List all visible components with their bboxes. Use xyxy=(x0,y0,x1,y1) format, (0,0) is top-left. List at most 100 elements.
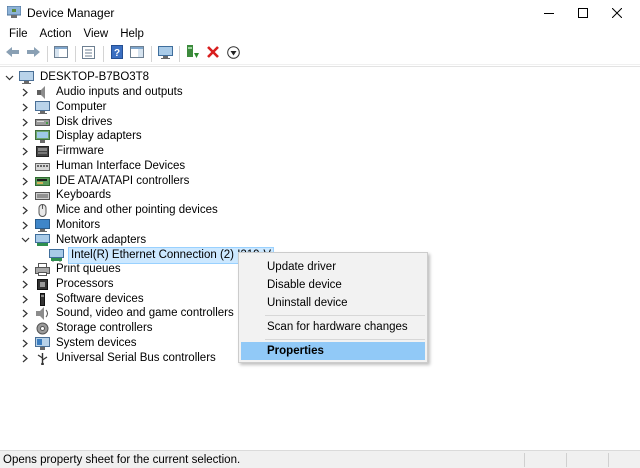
action-pane-button[interactable] xyxy=(128,45,146,63)
expand-chevron-icon[interactable] xyxy=(20,277,30,292)
menu-view[interactable]: View xyxy=(78,25,115,43)
tree-item-label: Display adapters xyxy=(56,130,142,143)
update-driver-icon xyxy=(186,45,200,62)
menu-bar: File Action View Help xyxy=(0,25,640,43)
tree-item-computer[interactable]: Computer xyxy=(20,100,109,115)
tree-item-processors[interactable]: Processors xyxy=(20,277,116,292)
tree-item-keyboards[interactable]: Keyboards xyxy=(20,188,113,203)
toolbar: ? xyxy=(0,43,640,65)
tree-item-audio-inputs-and-outputs[interactable]: Audio inputs and outputs xyxy=(20,85,185,100)
tree-item-label: Monitors xyxy=(56,218,101,231)
expand-chevron-icon[interactable] xyxy=(20,203,30,218)
status-divider xyxy=(608,453,609,467)
hid-icon xyxy=(35,160,50,173)
menu-action[interactable]: Action xyxy=(34,25,78,43)
expand-chevron-icon[interactable] xyxy=(20,336,30,351)
menu-item-properties[interactable]: Properties xyxy=(241,342,425,360)
usb-icon xyxy=(35,352,50,365)
computer-icon xyxy=(19,71,34,84)
tree-item-software-devices[interactable]: Software devices xyxy=(20,292,146,307)
tree-item-monitors[interactable]: Monitors xyxy=(20,218,102,233)
show-hide-tree-button[interactable] xyxy=(52,45,70,63)
close-button[interactable] xyxy=(594,0,640,25)
scan-hardware-button[interactable] xyxy=(156,45,174,63)
menu-item-disable-device[interactable]: Disable device xyxy=(241,276,425,294)
menu-separator xyxy=(265,315,425,316)
tree-item-system-devices[interactable]: System devices xyxy=(20,336,139,351)
tree-item-universal-serial-bus-controllers[interactable]: Universal Serial Bus controllers xyxy=(20,351,218,366)
mouse-icon xyxy=(35,204,50,217)
status-bar: Opens property sheet for the current sel… xyxy=(0,450,640,468)
keyboard-icon xyxy=(35,189,50,202)
expand-chevron-icon[interactable] xyxy=(20,115,30,130)
tree-item-label: System devices xyxy=(56,336,137,349)
tree-root[interactable]: DESKTOP-B7BO3T8 xyxy=(4,70,151,85)
menu-item-scan-hardware[interactable]: Scan for hardware changes xyxy=(241,318,425,336)
expand-chevron-icon[interactable] xyxy=(20,306,30,321)
toolbar-separator xyxy=(103,45,104,62)
tree-item-label: Universal Serial Bus controllers xyxy=(56,351,216,364)
network-adapter-icon xyxy=(35,233,50,247)
uninstall-button[interactable] xyxy=(204,45,222,63)
monitor-icon xyxy=(35,218,50,232)
expand-chevron-icon[interactable] xyxy=(20,218,30,233)
menu-file[interactable]: File xyxy=(3,25,34,43)
tree-item-label: Software devices xyxy=(56,292,144,305)
software-device-icon xyxy=(35,292,50,306)
tree-root-label: DESKTOP-B7BO3T8 xyxy=(40,71,150,83)
tree-item-label: Mice and other pointing devices xyxy=(56,204,218,216)
expand-chevron-icon[interactable] xyxy=(20,85,30,100)
tree-item-ide-ata-atapi-controllers[interactable]: IDE ATA/ATAPI controllers xyxy=(20,174,191,189)
expand-chevron-icon[interactable] xyxy=(20,262,30,277)
tree-item-disk-drives[interactable]: Disk drives xyxy=(20,115,114,130)
back-button[interactable] xyxy=(4,45,22,63)
expand-chevron-icon[interactable] xyxy=(20,292,30,307)
tree-item-firmware[interactable]: Firmware xyxy=(20,144,106,159)
tree-item-sound-video-and-game-controllers[interactable]: Sound, video and game controllers xyxy=(20,306,236,321)
expand-chevron-icon[interactable] xyxy=(20,351,30,366)
tree-item-print-queues[interactable]: Print queues xyxy=(20,262,123,277)
expand-chevron-icon[interactable] xyxy=(20,159,30,174)
tree-item-display-adapters[interactable]: Display adapters xyxy=(20,129,144,144)
collapse-chevron-icon[interactable] xyxy=(20,233,30,248)
status-text: Opens property sheet for the current sel… xyxy=(3,454,241,466)
properties-icon xyxy=(82,45,96,62)
expand-chevron-icon[interactable] xyxy=(20,144,30,159)
help-icon: ? xyxy=(111,45,123,62)
tree-item-label: Processors xyxy=(56,277,114,290)
expand-chevron-icon[interactable] xyxy=(20,129,30,144)
expand-chevron-icon[interactable] xyxy=(20,100,30,115)
menu-item-uninstall-device[interactable]: Uninstall device xyxy=(241,294,425,312)
action-pane-icon xyxy=(130,46,144,61)
processor-icon xyxy=(35,278,50,291)
system-device-icon xyxy=(35,336,50,350)
tree-item-label: Sound, video and game controllers xyxy=(56,307,234,320)
toolbar-separator xyxy=(179,45,180,62)
forward-arrow-icon xyxy=(26,46,40,61)
tree-item-storage-controllers[interactable]: Storage controllers xyxy=(20,321,155,336)
tree-item-network-adapters[interactable]: Network adapters xyxy=(20,233,148,248)
close-icon xyxy=(612,7,622,18)
firmware-icon xyxy=(35,145,50,158)
collapse-chevron-icon[interactable] xyxy=(4,70,14,85)
forward-button[interactable] xyxy=(24,45,42,63)
properties-button[interactable] xyxy=(80,45,98,63)
expand-chevron-icon[interactable] xyxy=(20,174,30,189)
menu-item-update-driver[interactable]: Update driver xyxy=(241,258,425,276)
update-driver-button[interactable] xyxy=(184,45,202,63)
storage-controller-icon xyxy=(35,322,50,335)
uninstall-icon xyxy=(207,46,219,61)
tree-item-mice-and-other-pointing-devices[interactable]: Mice and other pointing devices xyxy=(20,203,220,218)
status-divider xyxy=(566,453,567,467)
expand-chevron-icon[interactable] xyxy=(20,321,30,336)
menu-separator xyxy=(265,339,425,340)
audio-icon xyxy=(35,86,50,99)
window-title: Device Manager xyxy=(27,6,115,20)
toolbar-separator xyxy=(151,45,152,62)
expand-chevron-icon[interactable] xyxy=(20,188,30,203)
tree-item-label: Audio inputs and outputs xyxy=(56,86,183,98)
help-button[interactable]: ? xyxy=(108,45,126,63)
menu-help[interactable]: Help xyxy=(114,25,150,43)
disable-button[interactable] xyxy=(224,45,242,63)
tree-item-human-interface-devices[interactable]: Human Interface Devices xyxy=(20,159,187,174)
